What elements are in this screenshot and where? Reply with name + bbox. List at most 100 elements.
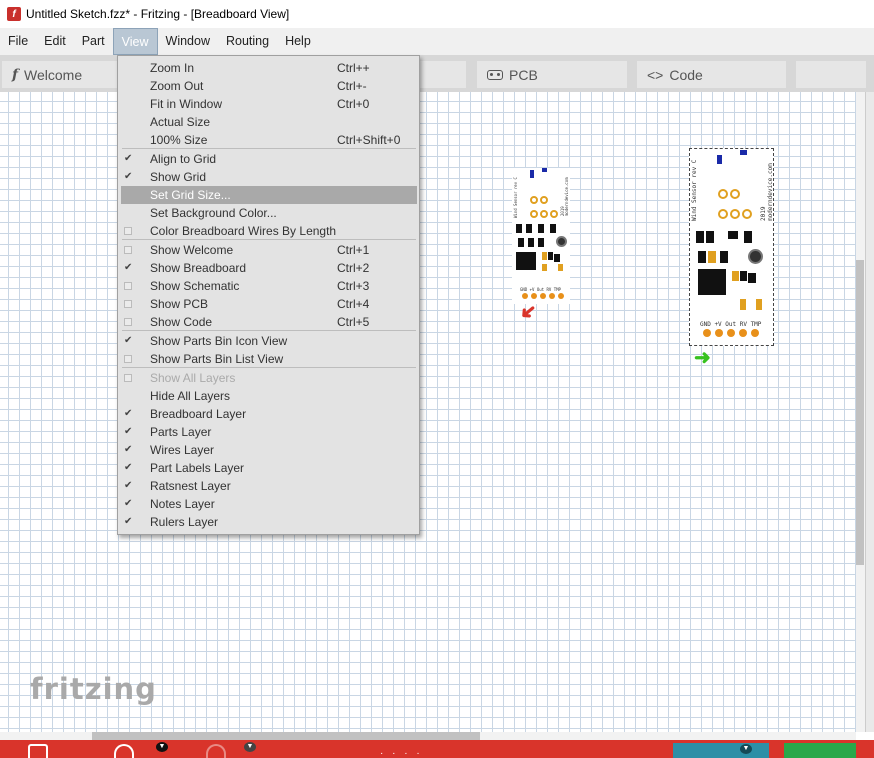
menu-help[interactable]: Help xyxy=(277,28,319,55)
menu-item-label: Parts Layer xyxy=(150,425,212,439)
menu-item-wires-layer[interactable]: ✔ Wires Layer xyxy=(118,441,419,459)
pad xyxy=(530,210,538,218)
menu-item-notes-layer[interactable]: ✔ Notes Layer xyxy=(118,495,419,513)
pad xyxy=(540,210,548,218)
tab-extra[interactable] xyxy=(796,61,866,88)
menu-item-label: Show PCB xyxy=(150,297,209,311)
menu-file[interactable]: File xyxy=(0,28,36,55)
component xyxy=(744,231,752,243)
menu-edit[interactable]: Edit xyxy=(36,28,74,55)
menu-part[interactable]: Part xyxy=(74,28,113,55)
rotate-dropdown-icon[interactable]: ▼ xyxy=(156,742,168,752)
routing-status-button[interactable] xyxy=(784,743,856,758)
menu-item-actual-size[interactable]: Actual Size xyxy=(118,113,419,131)
menu-item-show-schematic[interactable]: Show Schematic Ctrl+3 xyxy=(118,277,419,295)
checkbox-icon xyxy=(124,300,132,308)
component xyxy=(720,251,728,263)
tab-pcb[interactable]: PCB xyxy=(477,61,627,88)
rotate-icon[interactable] xyxy=(114,744,134,758)
checkmark-icon: ✔ xyxy=(124,516,133,527)
checkmark-icon: ✔ xyxy=(124,408,133,419)
menu-window[interactable]: Window xyxy=(158,28,218,55)
pin xyxy=(715,329,723,337)
wind-sensor-part-small[interactable]: GND +V Out RV TMP Wind Sensor rev C mode… xyxy=(512,168,570,304)
share-dropdown-icon[interactable]: ▼ xyxy=(740,744,752,754)
tab-code[interactable]: <> Code xyxy=(637,61,786,88)
menu-item-show-all-layers: Show All Layers xyxy=(118,369,419,387)
tab-code-label: Code xyxy=(669,66,703,83)
checkbox-icon xyxy=(124,246,132,254)
vertical-scrollbar-thumb[interactable] xyxy=(856,260,864,565)
component xyxy=(538,238,544,247)
menu-item-show-parts-bin-list-view[interactable]: Show Parts Bin List View xyxy=(118,350,419,368)
component xyxy=(698,251,706,263)
menu-item-align-to-grid[interactable]: ✔ Align to Grid xyxy=(118,150,419,168)
menu-item-color-breadboard-wires-by-length[interactable]: Color Breadboard Wires By Length xyxy=(118,222,419,240)
flip-icon[interactable] xyxy=(206,744,226,758)
share-icon[interactable] xyxy=(28,744,48,758)
tab-breadboard[interactable] xyxy=(420,61,466,88)
menu-item-shortcut: Ctrl+0 xyxy=(337,97,370,111)
menu-item-zoom-out[interactable]: Zoom Out Ctrl+- xyxy=(118,77,419,95)
flip-dropdown-icon[interactable]: ▼ xyxy=(244,742,256,752)
menu-item-label: Show Breadboard xyxy=(150,261,247,275)
component xyxy=(518,238,524,247)
menu-item-parts-layer[interactable]: ✔ Parts Layer xyxy=(118,423,419,441)
wind-sensor-part-selected[interactable]: GND +V Out RV TMP Wind Sensor rev C mode… xyxy=(689,148,774,346)
menu-item-shortcut: Ctrl+Shift+0 xyxy=(337,133,401,147)
part-label: Wind Sensor rev C xyxy=(513,177,518,218)
menu-item-show-grid[interactable]: ✔ Show Grid xyxy=(118,168,419,186)
toolbar-label-fragment: · · · · xyxy=(380,748,423,758)
view-menu-dropdown: Zoom In Ctrl++ Zoom Out Ctrl+- Fit in Window… xyxy=(117,55,420,535)
menu-item-label: Fit in Window xyxy=(150,97,223,111)
menu-item-ratsnest-layer[interactable]: ✔ Ratsnest Layer xyxy=(118,477,419,495)
menu-item-zoom-in[interactable]: Zoom In Ctrl++ xyxy=(118,59,419,77)
pin xyxy=(739,329,747,337)
menu-item-part-labels-layer[interactable]: ✔ Part Labels Layer xyxy=(118,459,419,477)
component xyxy=(706,231,714,243)
ic-chip xyxy=(516,252,536,270)
menu-item-label: Show Grid xyxy=(150,170,207,184)
menu-item-shortcut: Ctrl+1 xyxy=(337,243,370,257)
component xyxy=(542,264,547,271)
menu-bar: File Edit Part View Window Routing Help xyxy=(0,28,874,55)
share-button[interactable]: ▼ xyxy=(673,743,769,758)
menu-item-fit-in-window[interactable]: Fit in Window Ctrl+0 xyxy=(118,95,419,113)
menu-item-label: Align to Grid xyxy=(150,152,217,166)
component xyxy=(748,273,756,283)
menu-item-hide-all-layers[interactable]: Hide All Layers xyxy=(118,387,419,405)
pin xyxy=(558,293,564,299)
horizontal-scrollbar-thumb[interactable] xyxy=(92,732,480,740)
menu-item-set-background-color[interactable]: Set Background Color... xyxy=(118,204,419,222)
component xyxy=(516,224,522,233)
menu-item-label: Breadboard Layer xyxy=(150,407,247,421)
tab-welcome[interactable]: f Welcome xyxy=(2,61,117,88)
connector-blue xyxy=(717,155,722,164)
checkbox-icon xyxy=(124,282,132,290)
menu-item-breadboard-layer[interactable]: ✔ Breadboard Layer xyxy=(118,405,419,423)
menu-item-show-breadboard[interactable]: ✔ Show Breadboard Ctrl+2 xyxy=(118,259,419,277)
menu-item-show-welcome[interactable]: Show Welcome Ctrl+1 xyxy=(118,241,419,259)
code-brackets-icon: <> xyxy=(647,66,664,83)
menu-item-label: Zoom In xyxy=(150,61,195,75)
menu-item-100-size[interactable]: 100% Size Ctrl+Shift+0 xyxy=(118,131,419,149)
part-pin-labels: GND +V Out RV TMP xyxy=(700,321,762,328)
menu-item-set-grid-size[interactable]: Set Grid Size... xyxy=(121,186,417,204)
connector-blue xyxy=(740,150,747,155)
component xyxy=(696,231,704,243)
menu-item-label: Wires Layer xyxy=(150,443,215,457)
pad xyxy=(730,209,740,219)
menu-item-label: Show Schematic xyxy=(150,279,240,293)
menu-view[interactable]: View xyxy=(112,28,158,55)
menu-item-rulers-layer[interactable]: ✔ Rulers Layer xyxy=(118,513,419,531)
menu-item-label: Part Labels Layer xyxy=(150,461,245,475)
menu-item-show-code[interactable]: Show Code Ctrl+5 xyxy=(118,313,419,331)
checkbox-icon xyxy=(124,227,132,235)
pin xyxy=(531,293,537,299)
component xyxy=(728,231,738,239)
menu-routing[interactable]: Routing xyxy=(218,28,277,55)
menu-item-show-pcb[interactable]: Show PCB Ctrl+4 xyxy=(118,295,419,313)
menu-item-label: Actual Size xyxy=(150,115,211,129)
menu-item-show-parts-bin-icon-view[interactable]: ✔ Show Parts Bin Icon View xyxy=(118,332,419,350)
menu-item-label: Show Welcome xyxy=(150,243,234,257)
